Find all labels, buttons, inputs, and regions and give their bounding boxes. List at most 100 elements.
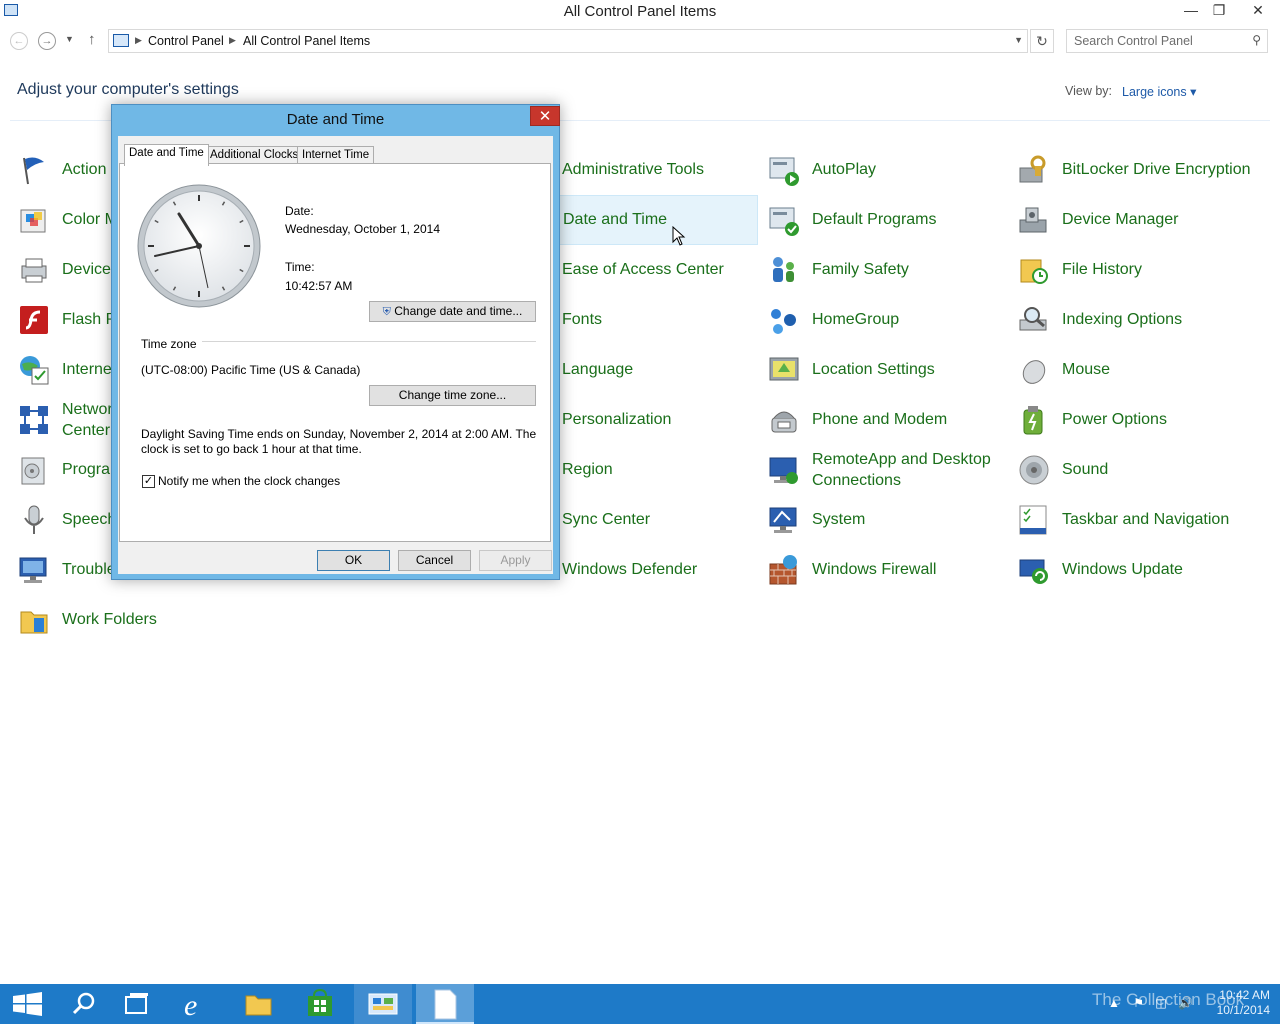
breadcrumb-all-items[interactable]: All Control Panel Items [243,34,370,48]
devices-icon [21,258,47,283]
analog-clock-icon [137,184,261,308]
window-titlebar: All Control Panel Items — ❐ ✕ [0,0,1280,24]
system-icon [769,507,797,533]
taskbar-clock[interactable]: 10:42 AM 10/1/2014 [1200,988,1270,1018]
network-icon [20,406,48,434]
phone-icon [771,411,797,433]
minimize-button[interactable]: — [1176,0,1206,22]
store-button[interactable] [292,984,348,1024]
file-explorer-button[interactable] [230,984,286,1024]
navigation-bar: ← → ▼ ↑ ▶ Control Panel ▶ All Control Pa… [0,26,1280,56]
recent-locations-dropdown[interactable]: ▼ [65,34,74,44]
start-button[interactable] [0,984,56,1024]
item-bitlocker[interactable]: BitLocker Drive Encryption [1018,146,1258,196]
apply-button[interactable]: Apply [479,550,552,571]
cancel-button[interactable]: Cancel [398,550,471,571]
show-hidden-icons-icon[interactable]: ▲ [1108,996,1120,1010]
internet-options-icon [20,356,49,385]
item-power-options[interactable]: Power Options [1018,396,1258,446]
item-windows-firewall[interactable]: Windows Firewall [768,546,1008,596]
document-taskbar-button[interactable] [416,984,474,1024]
item-system[interactable]: System [768,496,1008,546]
item-device-manager[interactable]: Device Manager [1018,196,1258,246]
timezone-value: (UTC-08:00) Pacific Time (US & Canada) [141,363,361,377]
ok-button[interactable]: OK [317,550,390,571]
tab-additional-clocks[interactable]: Additional Clocks [205,146,304,164]
item-indexing-options[interactable]: Indexing Options [1018,296,1258,346]
autoplay-icon [769,157,799,186]
volume-icon[interactable]: 🔊 [1178,996,1193,1010]
update-icon [1019,559,1048,584]
location-icon [769,357,799,381]
item-windows-update[interactable]: Windows Update [1018,546,1258,596]
item-phone-and-modem[interactable]: Phone and Modem [768,396,1008,446]
dialog-close-button[interactable]: ✕ [530,106,560,126]
document-icon [434,989,457,1020]
breadcrumb-control-panel[interactable]: Control Panel [148,34,224,48]
address-bar[interactable]: ▶ Control Panel ▶ All Control Panel Item… [108,29,1028,53]
back-button[interactable]: ← [10,32,28,50]
homegroup-icon [771,309,796,334]
work-folders-icon [20,611,48,634]
change-timezone-button[interactable]: Change time zone... [369,385,536,406]
svg-text:e: e [184,989,197,1022]
search-placeholder: Search Control Panel [1074,34,1193,48]
tab-date-and-time[interactable]: Date and Time [124,144,209,166]
tab-internet-time[interactable]: Internet Time [297,146,375,164]
notify-checkbox[interactable]: ✓ [142,475,155,488]
tab-pane: Date: Wednesday, October 1, 2014 Time: 1… [119,163,551,542]
dialog-body: Date and Time Additional Clocks Internet… [118,136,553,574]
date-value: Wednesday, October 1, 2014 [285,222,440,236]
internet-explorer-button[interactable]: e [168,984,224,1024]
task-view-button[interactable] [110,984,166,1024]
forward-button[interactable]: → [38,32,56,50]
close-window-button[interactable]: ✕ [1236,0,1280,22]
indexing-icon [1019,307,1047,331]
control-panel-taskbar-button[interactable] [354,984,412,1024]
refresh-button[interactable]: ↻ [1030,29,1054,53]
item-family-safety[interactable]: Family Safety [768,246,1008,296]
item-remoteapp[interactable]: RemoteApp and Desktop Connections [768,446,1008,496]
time-value: 10:42:57 AM [285,279,353,293]
task-view-icon [125,993,148,1014]
system-tray[interactable]: ▲ ⚑ ◫ 🔊 [1108,996,1193,1010]
view-by-dropdown[interactable]: Large icons ▾ [1122,84,1196,99]
store-icon [308,988,332,1016]
item-work-folders[interactable]: Work Folders [18,596,258,646]
taskbar: e The Collection Book ▲ ⚑ ◫ 🔊 10:42 AM 1… [0,984,1280,1024]
mouse-icon [1022,360,1046,384]
item-file-history[interactable]: File History [1018,246,1258,296]
window-title: All Control Panel Items [563,3,717,20]
search-icon [72,992,95,1015]
file-history-icon [1020,259,1048,284]
date-time-dialog: Date and Time ✕ Date and Time Additional… [111,104,560,580]
item-taskbar-navigation[interactable]: Taskbar and Navigation [1018,496,1258,546]
date-label: Date: [285,204,314,218]
maximize-button[interactable]: ❐ [1204,0,1234,22]
family-safety-icon [773,257,794,282]
breadcrumb-chevron-icon[interactable]: ▶ [229,35,236,46]
uac-shield-icon: ⛨ [382,306,391,318]
color-management-icon [20,209,46,233]
item-mouse[interactable]: Mouse [1018,346,1258,396]
timezone-group-label: Time zone [141,337,202,351]
item-homegroup[interactable]: HomeGroup [768,296,1008,346]
page-title: Adjust your computer's settings [17,81,239,98]
action-center-flag-icon[interactable]: ⚑ [1133,996,1144,1010]
item-autoplay[interactable]: AutoPlay [768,146,1008,196]
address-dropdown-icon[interactable]: ▼ [1014,35,1023,45]
search-input[interactable]: Search Control Panel ⚲ [1066,29,1268,53]
windows-logo-icon [13,992,42,1016]
up-button[interactable]: ↑ [88,31,96,48]
device-manager-icon [1019,207,1047,233]
search-taskbar-button[interactable] [56,984,112,1024]
item-sound[interactable]: Sound [1018,446,1258,496]
remoteapp-icon [769,457,798,484]
breadcrumb-chevron-icon[interactable]: ▶ [135,35,142,46]
network-tray-icon[interactable]: ◫ [1155,996,1166,1010]
change-date-time-button[interactable]: ⛨ Change date and time... [369,301,536,322]
item-location-settings[interactable]: Location Settings [768,346,1008,396]
search-icon[interactable]: ⚲ [1252,33,1261,47]
item-default-programs[interactable]: Default Programs [768,196,1008,246]
taskbar-time: 10:42 AM [1219,988,1270,1002]
